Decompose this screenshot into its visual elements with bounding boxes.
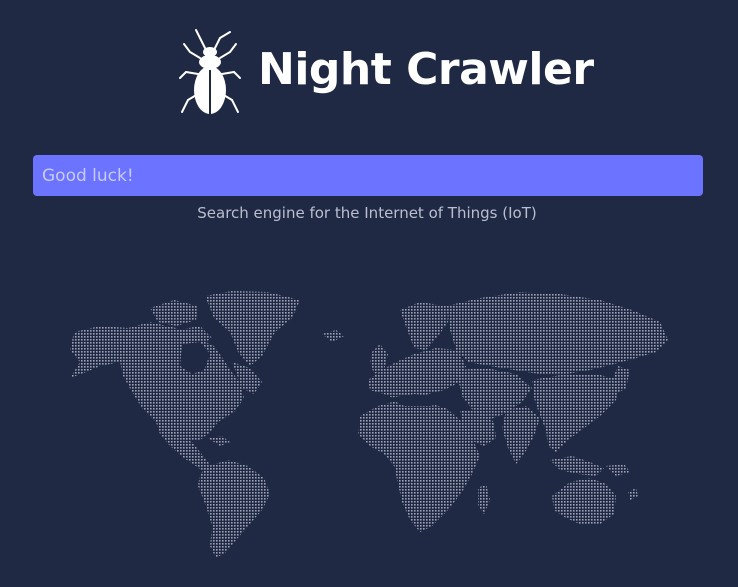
beetle-icon bbox=[179, 29, 241, 114]
tagline: Search engine for the Internet of Things… bbox=[197, 204, 537, 222]
brand-name: Night Crawler bbox=[258, 44, 594, 95]
logo[interactable]: Night Crawler bbox=[176, 28, 594, 116]
search-input[interactable] bbox=[33, 155, 703, 196]
world-map-icon bbox=[70, 291, 668, 558]
search-box bbox=[33, 155, 703, 196]
